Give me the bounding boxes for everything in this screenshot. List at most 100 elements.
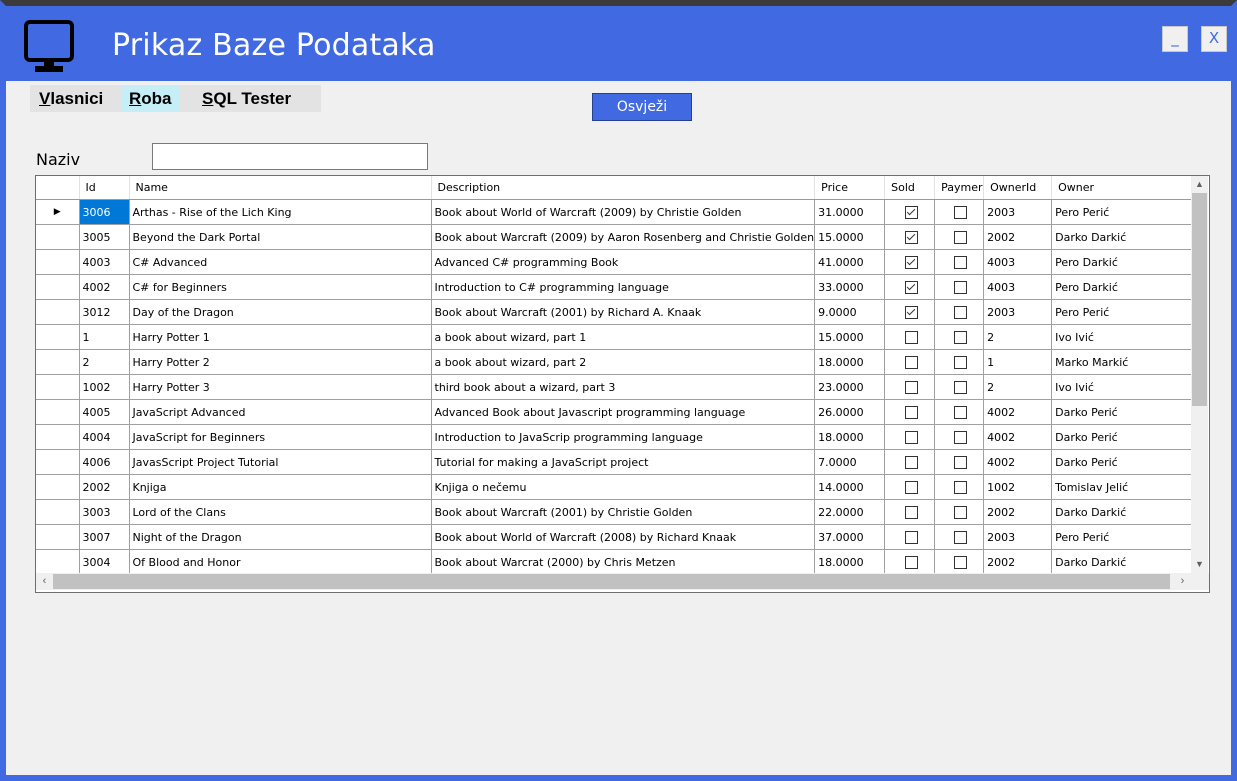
row-header[interactable] (36, 499, 80, 525)
cell-payment[interactable] (934, 549, 985, 575)
cell-id[interactable]: 3003 (79, 499, 130, 525)
checkbox[interactable] (904, 530, 918, 544)
checkbox[interactable] (954, 455, 968, 469)
cell-owner-id[interactable]: 2002 (983, 224, 1053, 250)
cell-id[interactable]: 4004 (79, 424, 130, 450)
cell-sold[interactable] (884, 399, 936, 425)
cell-owner-id[interactable]: 2 (983, 324, 1053, 350)
cell-sold[interactable] (884, 474, 936, 500)
cell-description[interactable]: Knjiga o nečemu (431, 474, 816, 500)
cell-description[interactable]: a book about wizard, part 1 (431, 324, 816, 350)
table-row[interactable]: 3004 Of Blood and Honor Book about Warcrat… (36, 549, 1199, 575)
row-header[interactable] (36, 449, 80, 475)
checkbox[interactable] (904, 480, 918, 494)
close-button[interactable]: X (1201, 26, 1227, 52)
cell-price[interactable]: 18.0000 (814, 549, 886, 575)
scroll-right-icon[interactable]: › (1174, 573, 1191, 590)
table-row[interactable]: 3007 Night of the Dragon Book about World … (36, 524, 1199, 550)
cell-price[interactable]: 15.0000 (814, 224, 886, 250)
cell-description[interactable]: Introduction to JavaScrip programming la… (431, 424, 816, 450)
cell-description[interactable]: Book about Warcraft (2001) by Richard A.… (431, 299, 816, 325)
checkbox[interactable] (954, 380, 968, 394)
cell-sold[interactable] (884, 424, 936, 450)
column-header-owner-id[interactable]: OwnerId (983, 176, 1053, 200)
cell-sold[interactable] (884, 324, 936, 350)
table-row[interactable]: 3012 Day of the Dragon Book about Warcraft… (36, 299, 1199, 325)
cell-payment[interactable] (934, 474, 985, 500)
cell-price[interactable]: 26.0000 (814, 399, 886, 425)
cell-price[interactable]: 23.0000 (814, 374, 886, 400)
menu-item-sql-tester[interactable]: SQL Tester (195, 85, 298, 112)
cell-owner[interactable]: Darko Darkić (1051, 224, 1199, 250)
table-row[interactable]: 2002 Knjiga Knjiga o nečemu 14.0000 1002 Tomi… (36, 474, 1199, 500)
table-row[interactable]: 4005 JavaScript Advanced Advanced Book abo… (36, 399, 1199, 425)
row-header[interactable] (36, 349, 80, 375)
checkbox[interactable] (954, 505, 968, 519)
checkbox[interactable] (904, 330, 918, 344)
vertical-scrollbar[interactable]: ▲ ▼ (1191, 176, 1208, 573)
cell-payment[interactable] (934, 449, 985, 475)
cell-name[interactable]: Arthas - Rise of the Lich King (129, 199, 432, 225)
cell-owner-id[interactable]: 4003 (983, 249, 1053, 275)
cell-description[interactable]: Book about World of Warcraft (2009) by C… (431, 199, 816, 225)
cell-price[interactable]: 41.0000 (814, 249, 886, 275)
table-row[interactable]: 1 Harry Potter 1a book about wizard, part… (36, 324, 1199, 350)
cell-name[interactable]: Harry Potter 3 (129, 374, 432, 400)
cell-sold[interactable] (884, 549, 936, 575)
cell-name[interactable]: C# Advanced (129, 249, 432, 275)
cell-price[interactable]: 31.0000 (814, 199, 886, 225)
cell-name[interactable]: Knjiga (129, 474, 432, 500)
cell-name[interactable]: C# for Beginners (129, 274, 432, 300)
checkbox[interactable] (904, 305, 918, 319)
cell-price[interactable]: 22.0000 (814, 499, 886, 525)
cell-id[interactable]: 4006 (79, 449, 130, 475)
cell-owner[interactable]: Pero Perić (1051, 299, 1199, 325)
cell-owner[interactable]: Tomislav Jelić (1051, 474, 1199, 500)
column-header-name[interactable]: Name (129, 176, 432, 200)
cell-owner-id[interactable]: 4002 (983, 449, 1053, 475)
cell-price[interactable]: 9.0000 (814, 299, 886, 325)
cell-id[interactable]: 3006 (79, 199, 130, 225)
column-header-sold[interactable]: Sold (884, 176, 936, 200)
cell-owner[interactable]: Darko Darkić (1051, 499, 1199, 525)
row-header[interactable] (36, 299, 80, 325)
cell-payment[interactable] (934, 399, 985, 425)
cell-description[interactable]: Tutorial for making a JavaScript project (431, 449, 816, 475)
cell-sold[interactable] (884, 299, 936, 325)
checkbox[interactable] (904, 230, 918, 244)
cell-price[interactable]: 14.0000 (814, 474, 886, 500)
cell-payment[interactable] (934, 324, 985, 350)
row-header[interactable] (36, 549, 80, 575)
cell-owner[interactable]: Darko Perić (1051, 399, 1199, 425)
cell-owner[interactable]: Darko Perić (1051, 424, 1199, 450)
cell-price[interactable]: 33.0000 (814, 274, 886, 300)
checkbox[interactable] (954, 355, 968, 369)
cell-name[interactable]: JavasScript Project Tutorial (129, 449, 432, 475)
cell-id[interactable]: 2 (79, 349, 130, 375)
table-row[interactable]: 4006 JavasScript Project Tutorial Tutorial… (36, 449, 1199, 475)
cell-description[interactable]: Book about Warcraft (2009) by Aaron Rose… (431, 224, 816, 250)
checkbox[interactable] (954, 280, 968, 294)
checkbox[interactable] (904, 505, 918, 519)
name-filter-input[interactable] (152, 143, 428, 170)
scroll-left-icon[interactable]: ‹ (36, 573, 53, 590)
checkbox[interactable] (954, 430, 968, 444)
cell-sold[interactable] (884, 349, 936, 375)
row-header[interactable] (36, 524, 80, 550)
cell-payment[interactable] (934, 274, 985, 300)
cell-price[interactable]: 18.0000 (814, 349, 886, 375)
cell-payment[interactable] (934, 299, 985, 325)
checkbox[interactable] (954, 205, 968, 219)
cell-payment[interactable] (934, 224, 985, 250)
table-row[interactable]: 4003 C# Advanced Advanced C# programming B… (36, 249, 1199, 275)
cell-owner[interactable]: Pero Darkić (1051, 249, 1199, 275)
checkbox[interactable] (904, 555, 918, 569)
checkbox[interactable] (904, 205, 918, 219)
checkbox[interactable] (904, 355, 918, 369)
cell-id[interactable]: 4003 (79, 249, 130, 275)
cell-description[interactable]: Book about Warcraft (2001) by Christie G… (431, 499, 816, 525)
column-header-description[interactable]: Description (431, 176, 816, 200)
scroll-down-icon[interactable]: ▼ (1191, 556, 1208, 573)
cell-id[interactable]: 3007 (79, 524, 130, 550)
checkbox[interactable] (954, 255, 968, 269)
